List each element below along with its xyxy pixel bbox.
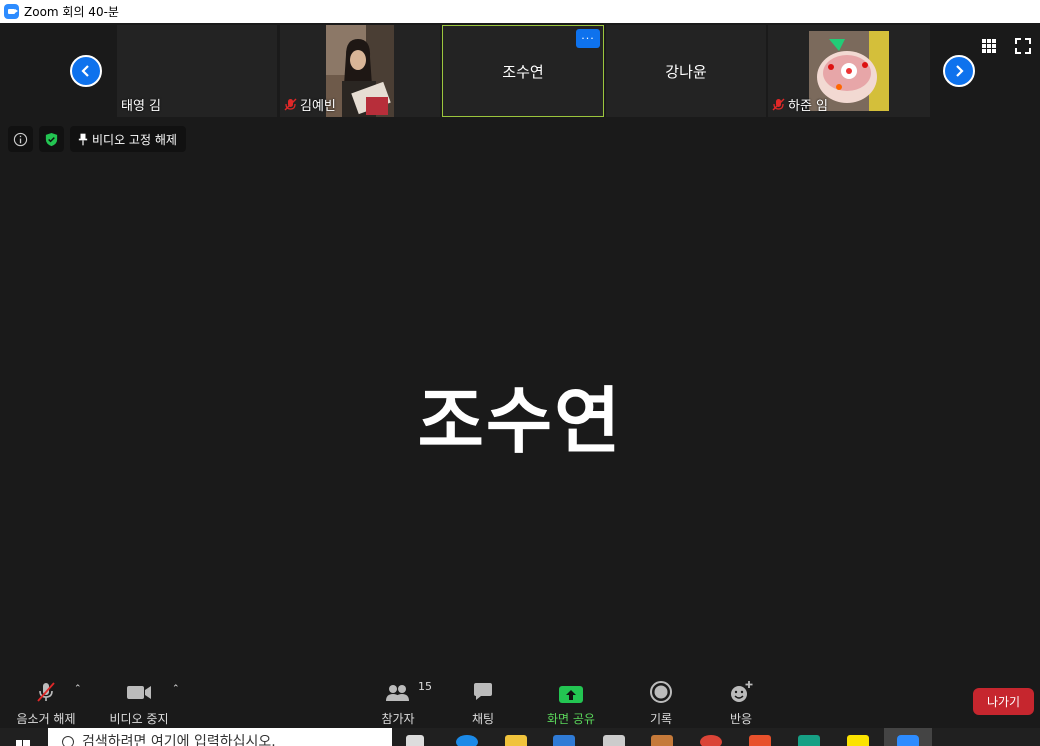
active-speaker-name: 조수연 — [417, 379, 623, 463]
edge-browser-icon[interactable] — [456, 735, 478, 746]
unmute-label: 음소거 해제 — [16, 712, 76, 726]
video-camera-icon — [127, 686, 151, 699]
record-button[interactable]: 기록 — [641, 680, 681, 727]
chevron-left-icon — [81, 65, 89, 77]
share-screen-icon — [559, 686, 583, 703]
pin-icon — [78, 133, 88, 145]
app-icon[interactable] — [749, 735, 771, 746]
windows-start-icon[interactable] — [16, 738, 30, 746]
app-icon[interactable] — [651, 735, 673, 746]
previous-page-button[interactable] — [70, 55, 102, 87]
info-icon — [13, 132, 28, 146]
record-icon — [650, 681, 672, 703]
chat-label: 채팅 — [471, 712, 495, 726]
participant-tile[interactable]: 강나윤 — [606, 25, 766, 117]
taskbar-active-app[interactable] — [884, 728, 932, 746]
participant-name: 강나윤 — [665, 62, 707, 81]
window-title: Zoom 회의 40-분 — [24, 5, 119, 19]
search-placeholder: 검색하려면 여기에 입력하십시오. — [82, 734, 276, 746]
unpin-video-button[interactable]: 비디오 고정 해제 — [70, 126, 186, 152]
participant-tile[interactable]: 하준 임 — [768, 25, 930, 117]
microphone-muted-icon — [772, 98, 785, 111]
zoom-logo-icon — [4, 4, 19, 19]
unmute-button[interactable]: 음소거 해제 — [14, 680, 78, 727]
add-reaction-icon — [731, 681, 753, 702]
meeting-toolbar: 음소거 해제 ⌃ 비디오 중지 ⌃ 15 참가자 채팅 화면 공유 기록 반응 … — [0, 668, 1040, 728]
participants-button[interactable]: 15 참가자 — [378, 680, 432, 727]
next-page-button[interactable] — [943, 55, 975, 87]
participants-count: 15 — [418, 680, 432, 693]
meeting-info-button[interactable] — [8, 126, 33, 152]
reactions-button[interactable]: 반응 — [721, 680, 761, 727]
fullscreen-icon — [1015, 38, 1031, 54]
kakaotalk-icon[interactable] — [847, 735, 869, 746]
app-icon[interactable] — [798, 735, 820, 746]
participant-tile[interactable]: 김예빈 — [280, 25, 440, 117]
fullscreen-button[interactable] — [1014, 37, 1032, 55]
participant-name: 김예빈 — [300, 99, 336, 114]
search-icon — [62, 736, 74, 746]
app-icon[interactable] — [603, 735, 625, 746]
audio-options-caret-icon[interactable]: ⌃ — [74, 684, 82, 694]
microphone-muted-icon — [37, 682, 55, 702]
gallery-view-button[interactable] — [980, 37, 998, 55]
shield-check-icon — [45, 132, 58, 146]
window-titlebar: Zoom 회의 40-분 — [0, 0, 1040, 23]
participant-name: 태영 김 — [121, 99, 162, 114]
chevron-right-icon — [956, 65, 964, 77]
reactions-label: 반응 — [729, 712, 753, 726]
chat-icon — [474, 683, 492, 700]
leave-meeting-button[interactable]: 나가기 — [973, 688, 1034, 715]
participant-name: 하준 임 — [788, 99, 829, 114]
chrome-icon[interactable] — [700, 735, 722, 746]
participant-video — [326, 25, 394, 117]
stop-video-button[interactable]: 비디오 중지 — [106, 680, 172, 727]
mail-icon[interactable] — [553, 735, 575, 746]
microphone-muted-icon — [284, 98, 297, 111]
stop-video-label: 비디오 중지 — [109, 712, 169, 726]
grid-icon — [982, 39, 996, 53]
windows-taskbar: 검색하려면 여기에 입력하십시오. — [0, 728, 1040, 746]
participant-tile[interactable]: 태영 김 — [117, 25, 277, 117]
record-label: 기록 — [649, 712, 673, 726]
share-screen-label: 화면 공유 — [547, 712, 595, 726]
more-options-button[interactable]: ··· — [576, 29, 600, 48]
encryption-button[interactable] — [39, 126, 64, 152]
participants-label: 참가자 — [381, 712, 415, 726]
video-options-caret-icon[interactable]: ⌃ — [172, 684, 180, 694]
unpin-video-label: 비디오 고정 해제 — [92, 132, 177, 147]
zoom-icon — [897, 735, 919, 746]
taskbar-search-input[interactable]: 검색하려면 여기에 입력하십시오. — [48, 728, 392, 746]
file-explorer-icon[interactable] — [505, 735, 527, 746]
participants-icon — [386, 685, 409, 701]
participant-tile-active[interactable]: 조수연 ··· — [442, 25, 604, 117]
chat-button[interactable]: 채팅 — [463, 680, 503, 727]
task-view-icon[interactable] — [406, 735, 424, 746]
share-screen-button[interactable]: 화면 공유 — [541, 680, 601, 727]
